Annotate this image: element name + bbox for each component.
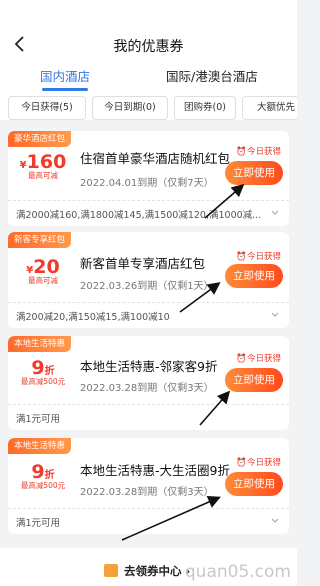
coupon-card: 本地生活特惠 9折 最高减500元 本地生活特惠-邻家客9折 2022.03.2… [8,336,289,430]
coupon-card: 本地生活特惠 9折 最高减500元 本地生活特惠-大生活圈9折 2022.03.… [8,438,289,534]
coupon-name: 新客首单专享酒店红包 [80,256,206,271]
coupon-expiry: 2022.03.26到期（仅剩1天） [80,281,214,292]
filter-large-first[interactable]: 大额优先 [242,96,297,120]
page-title: 我的优惠券 [113,39,184,55]
tab-domestic[interactable]: 国内酒店 [40,66,90,85]
coupon-expiry: 2022.03.28到期（仅剩3天） [80,383,214,394]
filter-group-coupon[interactable]: 团购券(0) [174,96,236,120]
today-badge: ⏰今日获得 [236,354,281,364]
coupon-expiry: 2022.03.28到期（仅剩3天） [80,487,214,498]
coupon-center-link[interactable]: 去领券中心 › [124,563,190,579]
tab-bar: 国内酒店 国际/港澳台酒店 [0,66,297,92]
coupon-rules-text: 满1元可用 [16,414,61,425]
filter-today-obtained[interactable]: 今日获得(5) [8,96,86,120]
watermark: quan05.com [184,562,291,582]
chevron-down-icon[interactable] [271,517,279,525]
coupon-limit: 最高减500元 [20,481,66,490]
coupon-value: 9折 最高减500元 [12,357,74,387]
alarm-icon: ⏰ [236,458,247,468]
coupon-card: 豪华酒店红包 ¥160 最高可减 住宿首单豪华酒店随机红包 2022.04.01… [8,131,289,226]
active-tab-indicator [42,88,88,91]
today-badge: ⏰今日获得 [236,252,281,262]
use-now-button[interactable]: 立即使用 [225,161,283,185]
coupon-name: 本地生活特惠-邻家客9折 [80,359,218,374]
header: 我的优惠券 国内酒店 国际/港澳台酒店 今日获得(5) 今日到期(0) 团购券(… [0,0,297,120]
coupon-tag: 新客专享红包 [8,232,72,248]
chevron-down-icon[interactable] [271,311,279,319]
today-badge: ⏰今日获得 [236,458,281,468]
coupon-rules-text: 满200减20,满150减15,满100减10 [16,312,170,323]
coupon-limit: 最高可减 [28,276,58,285]
coupon-center-icon [104,564,118,577]
coupon-tag: 本地生活特惠 [8,336,72,352]
use-now-button[interactable]: 立即使用 [225,472,283,496]
alarm-icon: ⏰ [236,147,247,157]
coupon-limit: 最高减500元 [20,377,66,386]
coupon-rules[interactable]: 满200减20,满150减15,满100减10 [8,302,289,328]
filter-today-expiring[interactable]: 今日到期(0) [92,96,168,120]
coupon-value: ¥160 最高可减 [12,151,74,181]
coupon-tag: 本地生活特惠 [8,438,72,454]
coupon-rules[interactable]: 满1元可用 [8,404,289,430]
coupon-name: 本地生活特惠-大生活圈9折 [80,463,230,478]
today-badge: ⏰今日获得 [236,147,281,157]
filter-chips: 今日获得(5) 今日到期(0) 团购券(0) 大额优先 [0,96,297,120]
coupon-expiry: 2022.04.01到期（仅剩7天） [80,178,214,189]
coupon-value: 9折 最高减500元 [12,461,74,491]
use-now-button[interactable]: 立即使用 [225,264,283,288]
coupon-rules[interactable]: 满1元可用 [8,508,289,534]
coupon-name: 住宿首单豪华酒店随机红包 [80,151,231,166]
coupon-rules-text: 满2000减160,满1800减145,满1500减120,满1000减... [16,210,262,221]
chevron-down-icon[interactable] [271,209,279,217]
alarm-icon: ⏰ [236,354,247,364]
coupon-tag: 豪华酒店红包 [8,131,72,147]
coupon-rules-text: 满1元可用 [16,518,61,529]
coupon-card: 新客专享红包 ¥20 最高可减 新客首单专享酒店红包 2022.03.26到期（… [8,232,289,328]
use-now-button[interactable]: 立即使用 [225,368,283,392]
tab-international[interactable]: 国际/港澳台酒店 [166,66,258,85]
coupon-value: ¥20 最高可减 [12,256,74,286]
coupon-rules[interactable]: 满2000减160,满1800减145,满1500减120,满1000减... [8,200,289,226]
alarm-icon: ⏰ [236,252,247,262]
